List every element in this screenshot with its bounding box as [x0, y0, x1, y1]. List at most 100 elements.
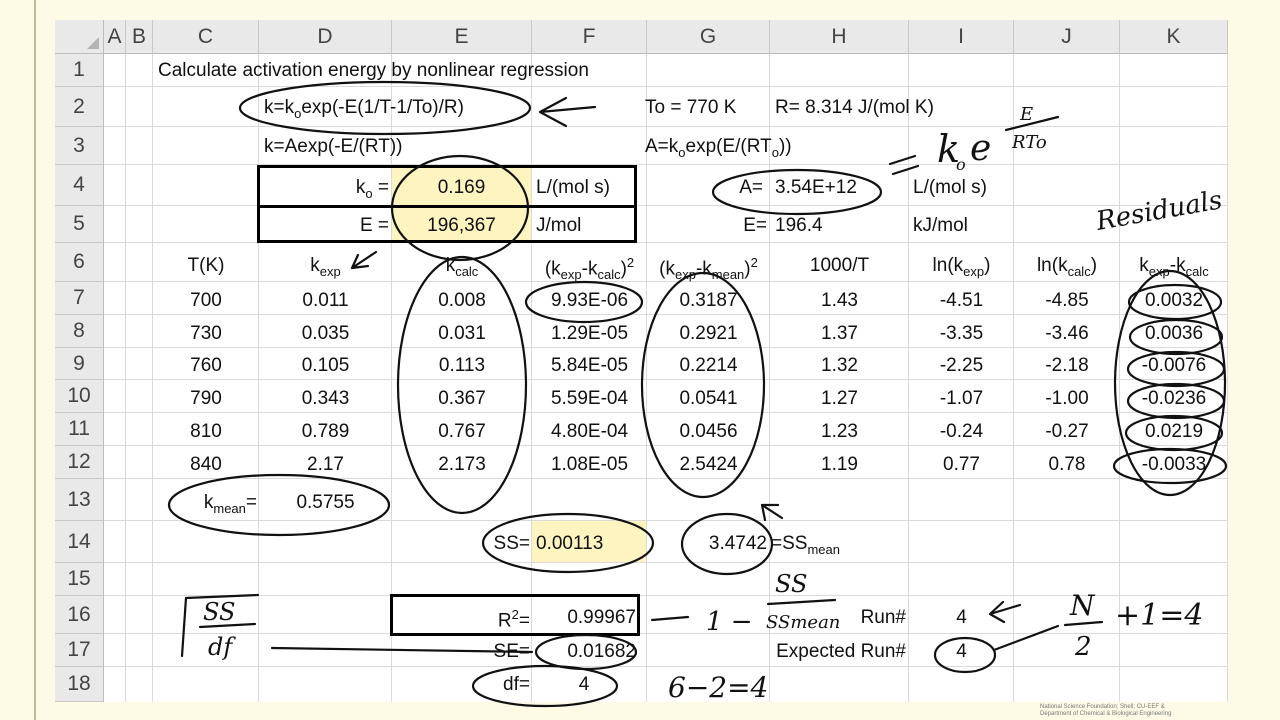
- cell-ln-kexp[interactable]: -2.25: [909, 355, 1014, 377]
- cell-t[interactable]: 840: [153, 454, 259, 476]
- run-value-cell[interactable]: 4: [909, 607, 1014, 629]
- cell-ln-kexp[interactable]: -0.24: [909, 421, 1014, 443]
- cell-residual[interactable]: -0.0076: [1120, 355, 1228, 377]
- cell-t[interactable]: 760: [153, 355, 259, 377]
- rate-equation-2[interactable]: k=Aexp(-E/(RT)): [264, 136, 402, 158]
- row-header-18[interactable]: 18: [55, 667, 104, 702]
- column-header-a[interactable]: A: [104, 20, 126, 54]
- cell-ln-kexp[interactable]: -4.51: [909, 290, 1014, 312]
- cell-residual[interactable]: -0.0236: [1120, 388, 1228, 410]
- column-header-e[interactable]: E: [392, 20, 532, 54]
- cell-ln-kcalc[interactable]: -0.27: [1014, 421, 1120, 443]
- cell-inverse-t[interactable]: 1.37: [770, 323, 909, 345]
- cell-kexp[interactable]: 0.035: [259, 323, 392, 345]
- a-unit[interactable]: L/(mol s): [913, 177, 987, 199]
- cell-kexp[interactable]: 0.343: [259, 388, 392, 410]
- column-header-k[interactable]: K: [1120, 20, 1228, 54]
- spreadsheet-grid[interactable]: A B C D E F G H I J K 1 2 3 4 5 6 7 8 9 …: [55, 20, 1228, 702]
- cell-t[interactable]: 730: [153, 323, 259, 345]
- ssmean-value-cell[interactable]: 3.4742: [647, 533, 767, 555]
- column-header-g[interactable]: G: [647, 20, 770, 54]
- header-kcalc[interactable]: kcalc: [392, 255, 532, 279]
- cell-sq-error[interactable]: 5.84E-05: [532, 355, 647, 377]
- cell-residual[interactable]: 0.0036: [1120, 323, 1228, 345]
- cell-sq-error[interactable]: 5.59E-04: [532, 388, 647, 410]
- reference-temperature[interactable]: To = 770 K: [645, 97, 736, 119]
- cell-residual[interactable]: -0.0033: [1120, 454, 1228, 476]
- row-header-8[interactable]: 8: [55, 315, 104, 348]
- a-value-cell[interactable]: 3.54E+12: [775, 177, 857, 199]
- cell-sq-error[interactable]: 1.29E-05: [532, 323, 647, 345]
- kmean-value-cell[interactable]: 0.5755: [259, 492, 392, 514]
- header-sq-error[interactable]: (kexp-kcalc)2: [532, 255, 647, 282]
- cell-ln-kexp[interactable]: -1.07: [909, 388, 1014, 410]
- header-temperature[interactable]: T(K): [153, 255, 259, 277]
- row-header-13[interactable]: 13: [55, 479, 104, 521]
- column-header-h[interactable]: H: [770, 20, 909, 54]
- row-header-7[interactable]: 7: [55, 282, 104, 315]
- cell-residual[interactable]: 0.0219: [1120, 421, 1228, 443]
- rate-equation-1[interactable]: k=koexp(-E(1/T-1/To)/R): [264, 97, 464, 121]
- ss-value-cell[interactable]: 0.00113: [536, 533, 603, 555]
- cell-residual[interactable]: 0.0032: [1120, 290, 1228, 312]
- cell-sq-error[interactable]: 4.80E-04: [532, 421, 647, 443]
- cell-sq-mean[interactable]: 0.3187: [647, 290, 770, 312]
- df-value-cell[interactable]: 4: [532, 674, 636, 696]
- gas-constant[interactable]: R= 8.314 J/(mol K): [775, 97, 934, 119]
- select-all-corner[interactable]: [55, 20, 104, 54]
- se-value-cell[interactable]: 0.01682: [532, 641, 636, 663]
- cell-ln-kcalc[interactable]: -3.46: [1014, 323, 1120, 345]
- cell-inverse-t[interactable]: 1.32: [770, 355, 909, 377]
- cell-kcalc[interactable]: 0.031: [392, 323, 532, 345]
- cell-inverse-t[interactable]: 1.43: [770, 290, 909, 312]
- row-header-2[interactable]: 2: [55, 87, 104, 127]
- e2-value-cell[interactable]: 196.4: [775, 215, 823, 237]
- e2-unit[interactable]: kJ/mol: [913, 215, 968, 237]
- row-header-11[interactable]: 11: [55, 413, 104, 446]
- cell-ln-kexp[interactable]: -3.35: [909, 323, 1014, 345]
- row-header-12[interactable]: 12: [55, 446, 104, 479]
- column-header-d[interactable]: D: [259, 20, 392, 54]
- cell-ln-kcalc[interactable]: -2.18: [1014, 355, 1120, 377]
- cell-sq-mean[interactable]: 2.5424: [647, 454, 770, 476]
- cell-t[interactable]: 700: [153, 290, 259, 312]
- header-kexp[interactable]: kexp: [259, 255, 392, 279]
- row-header-17[interactable]: 17: [55, 634, 104, 667]
- cell-kexp[interactable]: 0.789: [259, 421, 392, 443]
- row-header-9[interactable]: 9: [55, 348, 104, 380]
- row-header-16[interactable]: 16: [55, 596, 104, 634]
- row-header-15[interactable]: 15: [55, 563, 104, 596]
- cell-t[interactable]: 810: [153, 421, 259, 443]
- r2-value-cell[interactable]: 0.99967: [532, 607, 636, 629]
- column-header-i[interactable]: I: [909, 20, 1014, 54]
- cell-ln-kexp[interactable]: 0.77: [909, 454, 1014, 476]
- row-header-6[interactable]: 6: [55, 243, 104, 282]
- sheet-title[interactable]: Calculate activation energy by nonlinear…: [158, 60, 589, 82]
- header-ln-kexp[interactable]: ln(kexp): [909, 255, 1014, 279]
- cell-t[interactable]: 790: [153, 388, 259, 410]
- cell-sq-mean[interactable]: 0.0541: [647, 388, 770, 410]
- header-ln-kcalc[interactable]: ln(kcalc): [1014, 255, 1120, 279]
- header-sq-mean[interactable]: (kexp-kmean)2: [647, 255, 770, 282]
- column-header-j[interactable]: J: [1014, 20, 1120, 54]
- cell-kcalc[interactable]: 0.008: [392, 290, 532, 312]
- cell-kexp[interactable]: 2.17: [259, 454, 392, 476]
- cell-sq-mean[interactable]: 0.2214: [647, 355, 770, 377]
- column-header-b[interactable]: B: [126, 20, 153, 54]
- column-header-f[interactable]: F: [532, 20, 647, 54]
- cell-ln-kcalc[interactable]: -1.00: [1014, 388, 1120, 410]
- row-header-1[interactable]: 1: [55, 54, 104, 87]
- cell-ln-kcalc[interactable]: 0.78: [1014, 454, 1120, 476]
- cell-sq-mean[interactable]: 0.0456: [647, 421, 770, 443]
- row-header-5[interactable]: 5: [55, 206, 104, 243]
- cell-kcalc[interactable]: 2.173: [392, 454, 532, 476]
- cell-ln-kcalc[interactable]: -4.85: [1014, 290, 1120, 312]
- a-equation[interactable]: A=koexp(E/(RTo)): [645, 136, 792, 160]
- e-unit[interactable]: J/mol: [536, 215, 581, 237]
- cell-sq-mean[interactable]: 0.2921: [647, 323, 770, 345]
- cell-kcalc[interactable]: 0.113: [392, 355, 532, 377]
- row-header-10[interactable]: 10: [55, 380, 104, 413]
- header-residual[interactable]: kexp-kcalc: [1120, 255, 1228, 279]
- cell-kcalc[interactable]: 0.767: [392, 421, 532, 443]
- header-inverse-t[interactable]: 1000/T: [770, 255, 909, 277]
